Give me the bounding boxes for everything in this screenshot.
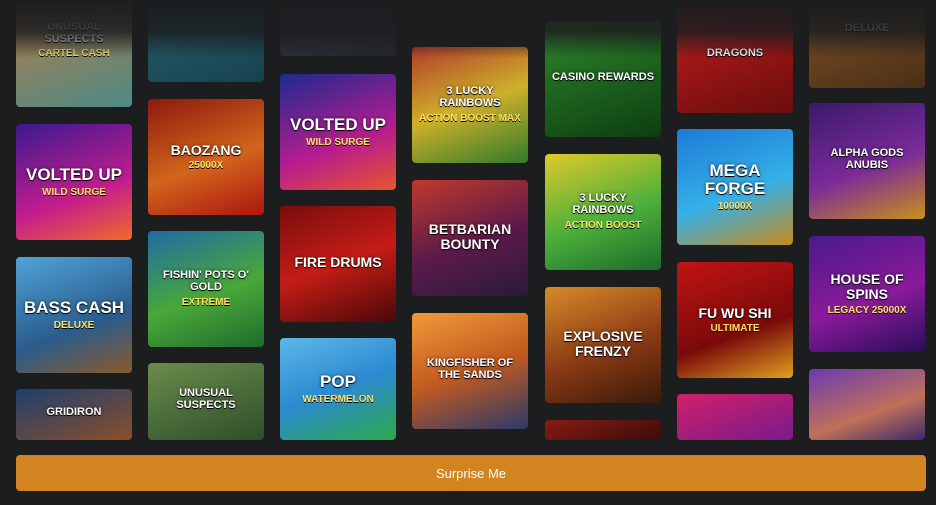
- game-tile-art: GRIDIRON: [41, 407, 108, 422]
- game-tile-art: DRAGONS: [701, 46, 769, 63]
- game-title: POP: [320, 372, 356, 392]
- game-tile[interactable]: BAOZANG 25000X: [148, 99, 264, 215]
- game-tile[interactable]: [280, 0, 396, 56]
- game-tile-art: ALPHA GODS ANUBIS: [809, 146, 925, 174]
- game-title: UNUSUAL SUSPECTS: [176, 387, 236, 411]
- game-tile[interactable]: FISHIN' POTS O' GOLD EXTREME: [148, 231, 264, 347]
- game-tile[interactable]: EXPLOSIVE FRENZY: [545, 287, 661, 403]
- game-tile[interactable]: BASS CASH DELUXE: [16, 257, 132, 373]
- game-tile[interactable]: 3 LUCKY RAINBOWS ACTION BOOST: [545, 154, 661, 270]
- game-tile-art: POP WATERMELON: [302, 373, 373, 405]
- game-title: UNUSUAL SUSPECTS: [44, 20, 104, 45]
- game-tile-art: EXPLOSIVE FRENZY: [545, 327, 661, 361]
- game-tile-art: [861, 403, 873, 406]
- game-title: FISHIN' POTS O' GOLD: [163, 269, 249, 293]
- game-tile[interactable]: [148, 0, 264, 82]
- game-tile-art: VOLTED UP WILD SURGE: [284, 116, 392, 148]
- game-tile-art: 3 LUCKY RAINBOWS ACTION BOOST: [545, 192, 661, 231]
- game-tile-art: 3 LUCKY RAINBOWS ACTION BOOST MAX: [412, 85, 528, 124]
- game-tile-art: BETBARIAN BOUNTY: [412, 220, 528, 254]
- game-tile-art: VOLTED UP WILD SURGE: [20, 166, 128, 198]
- game-tile[interactable]: MEGA FORGE 10000X: [677, 129, 793, 245]
- game-tile[interactable]: 3 LUCKY RAINBOWS ACTION BOOST MAX: [412, 47, 528, 163]
- game-subtitle: ULTIMATE: [710, 323, 760, 335]
- game-tile-art: MEGA FORGE 10000X: [677, 162, 793, 212]
- game-title: MEGA FORGE: [704, 161, 766, 198]
- game-tile[interactable]: FIRE DRUMS: [280, 206, 396, 322]
- game-tile-art: BASS CASH DELUXE: [18, 299, 130, 331]
- game-title: EXPLOSIVE FRENZY: [563, 327, 643, 359]
- game-tile-art: UNUSUAL SUSPECTS CARTEL CASH: [16, 20, 132, 60]
- game-tile-art: [332, 2, 344, 5]
- game-tile-art: [597, 429, 609, 432]
- game-title: GRIDIRON: [46, 406, 102, 419]
- game-title: DRAGONS: [706, 46, 764, 59]
- game-title: BASS CASH: [23, 298, 125, 318]
- game-tile-art: FISHIN' POTS O' GOLD EXTREME: [148, 269, 264, 308]
- game-tile-art: FU WU SHI ULTIMATE: [692, 304, 777, 335]
- game-subtitle: WATERMELON: [302, 393, 374, 405]
- game-tile-art: UNUSUAL SUSPECTS: [148, 388, 264, 414]
- game-subtitle: LEGACY 25000X: [827, 304, 907, 316]
- game-title: VOLTED UP: [289, 115, 387, 135]
- game-title: DELUXE: [844, 21, 890, 34]
- game-tile[interactable]: CASINO REWARDS: [545, 21, 661, 137]
- game-subtitle: ACTION BOOST: [564, 219, 642, 231]
- game-title: BAOZANG: [170, 141, 242, 158]
- game-tile-art: KINGFISHER OF THE SANDS: [412, 356, 528, 384]
- game-title: KINGFISHER OF THE SANDS: [426, 356, 514, 381]
- game-tile[interactable]: [809, 369, 925, 440]
- game-tile[interactable]: UNUSUAL SUSPECTS CARTEL CASH: [16, 0, 132, 107]
- game-title: CASINO REWARDS: [551, 70, 655, 83]
- game-title: BETBARIAN BOUNTY: [428, 220, 512, 252]
- game-tile-art: CASINO REWARDS: [546, 70, 660, 87]
- surprise-me-button[interactable]: Surprise Me: [16, 455, 926, 491]
- game-tile[interactable]: GRIDIRON: [16, 389, 132, 440]
- game-tile[interactable]: DELUXE: [809, 0, 925, 88]
- game-tile-art: HOUSE OF SPINS LEGACY 25000X: [809, 271, 925, 316]
- game-grid: UNUSUAL SUSPECTS CARTEL CASH VOLTED UP WILD…: [0, 0, 936, 440]
- game-title: ALPHA GODS ANUBIS: [830, 146, 904, 171]
- game-tile[interactable]: FU WU SHI ULTIMATE: [677, 262, 793, 378]
- game-tile[interactable]: UNUSUAL SUSPECTS: [148, 363, 264, 440]
- game-subtitle: 10000X: [717, 200, 753, 212]
- game-title: HOUSE OF SPINS: [830, 271, 904, 302]
- game-subtitle: ACTION BOOST MAX: [419, 112, 521, 124]
- game-tile[interactable]: [677, 394, 793, 440]
- game-title: VOLTED UP: [25, 165, 123, 185]
- game-title: FU WU SHI: [698, 304, 772, 321]
- game-subtitle: DELUXE: [53, 319, 95, 331]
- game-tile[interactable]: BETBARIAN BOUNTY: [412, 180, 528, 296]
- game-tile[interactable]: POP WATERMELON: [280, 338, 396, 440]
- game-subtitle: 25000X: [188, 160, 224, 172]
- game-tile[interactable]: HOUSE OF SPINS LEGACY 25000X: [809, 236, 925, 352]
- game-tile[interactable]: ALPHA GODS ANUBIS: [809, 103, 925, 219]
- game-tile[interactable]: [545, 420, 661, 440]
- game-subtitle: WILD SURGE: [306, 136, 370, 148]
- game-tile-art: BAOZANG 25000X: [165, 141, 248, 172]
- game-tile-art: DELUXE: [839, 21, 896, 38]
- game-tile[interactable]: KINGFISHER OF THE SANDS: [412, 313, 528, 429]
- game-tile[interactable]: VOLTED UP WILD SURGE: [280, 74, 396, 190]
- game-tile-art: FIRE DRUMS: [288, 255, 387, 273]
- game-tile[interactable]: VOLTED UP WILD SURGE: [16, 124, 132, 240]
- game-subtitle: WILD SURGE: [42, 186, 106, 198]
- game-tile[interactable]: DRAGONS: [677, 0, 793, 113]
- game-tile-art: [729, 416, 741, 419]
- game-title: 3 LUCKY RAINBOWS: [439, 85, 501, 109]
- game-title: FIRE DRUMS: [294, 254, 382, 271]
- game-tile-art: [200, 23, 212, 26]
- game-title: 3 LUCKY RAINBOWS: [572, 192, 634, 216]
- game-subtitle: CARTEL CASH: [38, 48, 110, 60]
- game-subtitle: EXTREME: [181, 296, 231, 308]
